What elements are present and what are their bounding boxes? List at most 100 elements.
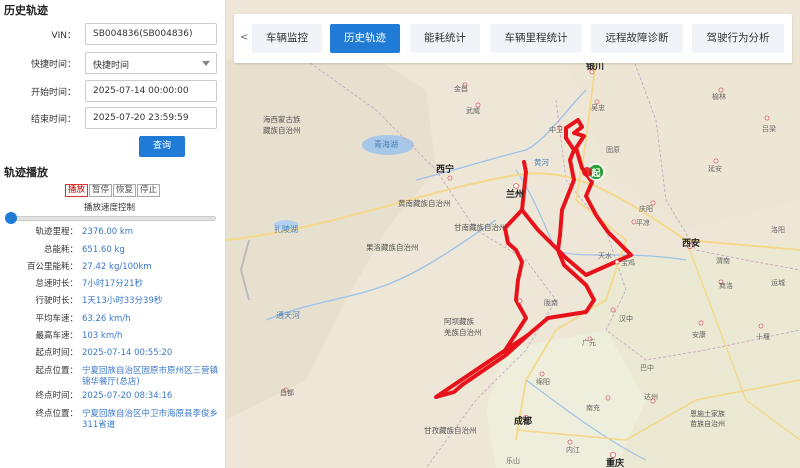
trip-info-value: 2376.00 km <box>82 227 134 237</box>
map-place-label: 黄南藏族自治州 <box>398 198 451 208</box>
vin-label: VIN： <box>51 31 76 41</box>
map-place-label: 达州 <box>644 392 658 401</box>
trip-info-label: 最高车速： <box>35 331 78 341</box>
end-time-input[interactable]: 2025-07-20 23:59:59 <box>85 107 217 129</box>
trip-info-label: 终点位置： <box>35 409 78 419</box>
tab-driving-behavior[interactable]: 驾驶行为分析 <box>692 24 784 53</box>
trip-info-value: 1天13小时33分39秒 <box>82 296 163 306</box>
playback-title: 轨迹播放 <box>4 166 48 179</box>
map-place-label: 通天河 <box>276 310 300 320</box>
tab-vehicle-monitor[interactable]: 车辆监控 <box>252 24 322 53</box>
map-place-label: 十堰 <box>756 332 770 341</box>
speed-label: 播放速度控制 <box>84 203 136 213</box>
map-place-label: 海西蒙古族 <box>263 114 301 124</box>
tab-remote-diagnosis[interactable]: 远程故障诊断 <box>591 24 683 53</box>
map-place-label: 绵阳 <box>536 377 550 386</box>
speed-slider-handle[interactable] <box>5 212 17 224</box>
trip-info-label: 起点时间： <box>35 348 78 358</box>
quick-time-label: 快捷时间： <box>30 60 76 70</box>
map-place-label: 成都 <box>514 415 532 427</box>
trip-info-value: 63.26 km/h <box>82 314 131 324</box>
page-title: 历史轨迹 <box>4 4 48 17</box>
tab-history-track[interactable]: 历史轨迹 <box>330 24 400 53</box>
map-place-label: 陇南 <box>544 298 558 307</box>
map-place-label: 西安 <box>682 237 700 249</box>
trip-info-label: 平均车速： <box>35 314 78 324</box>
tab-energy-stats[interactable]: 能耗统计 <box>410 24 480 53</box>
map-view[interactable]: 起 银川 吴忠 中卫 海西蒙古族 藏族自治州 青海湖 西宁 兰州 黄河 黄南藏族自治州 甘南藏族自治… <box>226 0 800 468</box>
trip-info-value: 2025-07-14 00:55:20 <box>82 348 173 358</box>
vin-input[interactable]: SB004836(SB004836) <box>85 23 217 45</box>
trip-info-label: 行驶时长： <box>35 296 78 306</box>
start-time-label: 开始时间： <box>30 88 76 98</box>
start-time-row: 开始时间： 2025-07-14 00:00:00 <box>0 80 226 102</box>
map-place-label: 商洛 <box>719 281 733 290</box>
map-place-label: 运城 <box>771 279 785 287</box>
map-place-label: 武威 <box>466 106 480 115</box>
map-place-label: 阿坝藏族 <box>444 316 474 326</box>
map-place-label: 乐山 <box>506 456 520 465</box>
playback-controls: 播放 暂停 恢复 停止 <box>65 184 161 198</box>
map-place-label: 巴中 <box>640 363 654 372</box>
trip-info-label: 终点时间： <box>35 391 78 401</box>
map-place-label: 南充 <box>586 403 600 412</box>
map-place-label: 藏族自治州 <box>263 125 301 135</box>
trip-info-value: 651.60 kg <box>82 245 125 255</box>
tab-mileage-stats[interactable]: 车辆里程统计 <box>490 24 582 53</box>
map-place-label: 渭南 <box>716 256 730 265</box>
panel-collapse-handle[interactable] <box>240 240 250 300</box>
query-button[interactable]: 查询 <box>139 136 185 157</box>
map-place-label: 重庆 <box>606 457 624 468</box>
quick-time-value: 快捷时间 <box>93 61 130 71</box>
map-place-label: 广元 <box>582 338 596 347</box>
map-place-label: 宝鸡 <box>621 258 635 267</box>
map-place-label: 汉中 <box>619 314 633 323</box>
trip-info-label: 总能耗： <box>43 245 78 255</box>
map-place-label: 庆阳 <box>639 204 653 213</box>
left-panel: 历史轨迹 VIN： SB004836(SB004836) 快捷时间： 快捷时间 … <box>0 0 226 468</box>
trip-info-value: 宁夏回族自治区固原市原州区三营镇锦华餐厅(总店) <box>82 366 219 387</box>
map-place-label: 内江 <box>566 445 580 454</box>
chevron-down-icon <box>202 61 210 66</box>
map-place-label: 黄河 <box>534 157 549 167</box>
map-place-label: 兰州 <box>506 188 524 200</box>
trip-info-value: 宁夏回族自治区中卫市海原县李俊乡311省道 <box>82 409 219 430</box>
map-canvas: 起 银川吴忠中卫海西蒙古族藏族自治州青海湖西宁兰州黄河黄南藏族自治州甘南藏族自治… <box>226 0 800 468</box>
play-button[interactable]: 播放 <box>65 184 89 197</box>
map-place-label: 洛阳 <box>771 225 785 234</box>
vin-row: VIN： SB004836(SB004836) <box>0 23 226 45</box>
trip-info-label: 百公里能耗： <box>26 262 78 272</box>
map-place-label: 固原 <box>606 146 620 154</box>
map-place-label: 榆林 <box>712 92 726 101</box>
tabs-prev-arrow[interactable]: < <box>240 32 248 43</box>
stop-button[interactable]: 停止 <box>137 184 161 197</box>
map-place-label: 苗族自治州 <box>690 419 725 428</box>
map-place-label: 青海湖 <box>374 139 398 149</box>
start-marker-label: 起 <box>590 167 601 179</box>
map-place-label: 扎陵湖 <box>274 224 298 234</box>
map-place-label: 平凉 <box>636 218 650 227</box>
map-place-label: 昌都 <box>280 389 294 397</box>
map-place-label: 延安 <box>708 164 722 173</box>
speed-slider[interactable] <box>10 216 216 221</box>
resume-button[interactable]: 恢复 <box>113 184 137 197</box>
quick-time-select[interactable]: 快捷时间 <box>85 52 217 74</box>
pause-button[interactable]: 暂停 <box>89 184 113 197</box>
map-place-label: 羌族自治州 <box>444 327 482 337</box>
end-time-row: 结束时间： 2025-07-20 23:59:59 <box>0 107 226 129</box>
tab-bar: < 车辆监控 历史轨迹 能耗统计 车辆里程统计 远程故障诊断 驾驶行为分析 <box>234 14 792 63</box>
map-place-label: 安康 <box>692 330 706 339</box>
map-place-label: 果洛藏族自治州 <box>366 242 419 252</box>
trip-info-value: 27.42 kg/100km <box>82 262 152 272</box>
map-place-label: 吕梁 <box>762 124 776 133</box>
start-time-input[interactable]: 2025-07-14 00:00:00 <box>85 80 217 102</box>
map-place-label: 中卫 <box>549 125 563 134</box>
trip-info-label: 起点位置： <box>35 366 78 376</box>
map-place-label: 天水 <box>598 251 612 260</box>
map-place-label: 恩施土家族 <box>690 409 725 418</box>
map-place-label: 甘孜藏族自治州 <box>424 425 477 435</box>
map-place-label: 甘南藏族自治州 <box>454 222 507 232</box>
trip-info-label: 轨迹里程： <box>35 227 78 237</box>
end-time-label: 结束时间： <box>30 115 76 125</box>
trip-info-value: 103 km/h <box>82 331 123 341</box>
